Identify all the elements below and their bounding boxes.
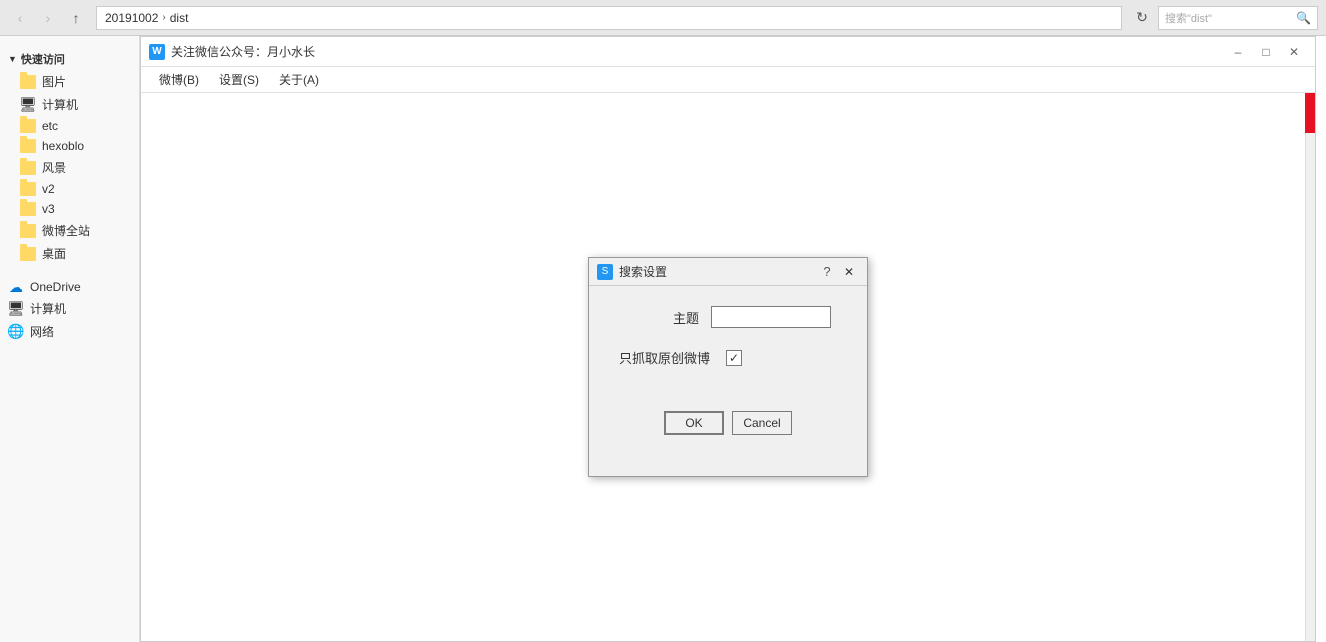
sidebar-item-network[interactable]: 🌐 网络 [0,320,139,343]
sidebar-item-hexoblo-label: hexoblo [42,139,84,153]
subject-input[interactable] [711,306,831,328]
up-button[interactable]: ↑ [64,6,88,30]
breadcrumb-item-2[interactable]: dist [170,11,189,25]
sidebar-computer-label: 计算机 [30,300,66,317]
cancel-button[interactable]: Cancel [732,411,792,435]
checkbox-row: 只抓取原创微博 ✓ [619,348,837,367]
sidebar-item-desktop-label: 桌面 [42,245,66,262]
close-button[interactable]: ✕ [1281,42,1307,62]
sidebar-item-pictures-label: 图片 [42,73,66,90]
app-icon: W [149,44,165,60]
folder-icon-weibo [20,224,36,238]
scrollbar-thumb[interactable] [1305,93,1315,133]
dialog-icon-letter: S [602,266,609,277]
file-area: W 关注微信公众号：月小水长 – □ ✕ 微博(B) 设置(S) 关于(A) [140,36,1326,642]
app-icon-letter: W [152,46,161,57]
network-icon: 🌐 [8,325,24,339]
sidebar-item-pictures[interactable]: 图片 [0,70,139,93]
dialog-titlebar: S 搜索设置 ? ✕ [589,258,867,286]
folder-icon-v3 [20,202,36,216]
sidebar-item-desktop[interactable]: 桌面 [0,242,139,265]
search-icon: 🔍 [1296,11,1311,25]
maximize-button[interactable]: □ [1253,42,1279,62]
checkbox-label: 只抓取原创微博 [619,348,710,367]
dialog-title: 搜索设置 [619,263,817,280]
minimize-button[interactable]: – [1225,42,1251,62]
dialog-overlay: S 搜索设置 ? ✕ 主题 [141,93,1315,641]
onedrive-icon: ☁ [8,280,24,294]
sidebar: ▼ 快速访问 图片 🖥 计算机 etc hexoblo 风景 [0,36,140,642]
folder-icon-scenery [20,161,36,175]
dialog-icon: S [597,264,613,280]
sidebar-item-computer[interactable]: 🖥 计算机 [0,93,139,116]
folder-icon-hexoblo [20,139,36,153]
folder-icon-etc [20,119,36,133]
app-title: 关注微信公众号：月小水长 [171,43,1225,60]
mycomputer-icon: 🖥 [8,302,24,316]
sidebar-item-scenery-label: 风景 [42,159,66,176]
quick-access-label: 快速访问 [21,51,65,67]
app-window: W 关注微信公众号：月小水长 – □ ✕ 微博(B) 设置(S) 关于(A) [140,36,1316,642]
sidebar-item-etc[interactable]: etc [0,116,139,136]
search-placeholder: 搜索"dist" [1165,10,1212,26]
sidebar-item-v2[interactable]: v2 [0,179,139,199]
dialog-close-button[interactable]: ✕ [839,263,859,281]
sidebar-item-weibo[interactable]: 微博全站 [0,219,139,242]
sidebar-item-v2-label: v2 [42,182,55,196]
back-button[interactable]: ‹ [8,6,32,30]
dialog-body: 主题 只抓取原创微博 ✓ [589,286,867,411]
dialog-controls: ? ✕ [817,263,859,281]
menu-weibo[interactable]: 微博(B) [149,69,209,90]
sidebar-item-weibo-label: 微博全站 [42,222,90,239]
breadcrumb: 20191002 › dist [96,6,1122,30]
folder-icon [20,75,36,89]
sidebar-item-computer-label: 计算机 [42,96,78,113]
menu-about[interactable]: 关于(A) [269,69,329,90]
sidebar-item-v3[interactable]: v3 [0,199,139,219]
subject-label: 主题 [619,308,699,327]
sidebar-network-label: 网络 [30,323,54,340]
app-content: S 搜索设置 ? ✕ 主题 [141,93,1315,641]
quick-access-header[interactable]: ▼ 快速访问 [0,48,139,70]
quick-access-arrow: ▼ [8,54,17,64]
search-box[interactable]: 搜索"dist" 🔍 [1158,6,1318,30]
refresh-button[interactable]: ↻ [1130,6,1154,30]
main-area: ▼ 快速访问 图片 🖥 计算机 etc hexoblo 风景 [0,36,1326,642]
dialog-help-button[interactable]: ? [817,263,837,281]
sidebar-item-onedrive[interactable]: ☁ OneDrive [0,277,139,297]
scrollbar[interactable] [1305,93,1315,641]
sidebar-onedrive-label: OneDrive [30,280,81,294]
search-settings-dialog: S 搜索设置 ? ✕ 主题 [588,257,868,477]
window-controls: – □ ✕ [1225,42,1307,62]
forward-button[interactable]: › [36,6,60,30]
breadcrumb-item-1[interactable]: 20191002 [105,11,158,25]
folder-icon-v2 [20,182,36,196]
menu-settings[interactable]: 设置(S) [209,69,269,90]
computer-icon: 🖥 [20,98,36,112]
sidebar-item-etc-label: etc [42,119,58,133]
browser-bar: ‹ › ↑ 20191002 › dist ↻ 搜索"dist" 🔍 [0,0,1326,36]
dialog-footer: OK Cancel [589,411,867,451]
checkbox-check-icon: ✓ [729,351,739,365]
subject-row: 主题 [619,306,837,328]
sidebar-item-my-computer[interactable]: 🖥 计算机 [0,297,139,320]
checkbox-original-only[interactable]: ✓ [726,350,742,366]
breadcrumb-separator: › [162,12,165,23]
app-titlebar: W 关注微信公众号：月小水长 – □ ✕ [141,37,1315,67]
sidebar-item-v3-label: v3 [42,202,55,216]
folder-icon-desktop [20,247,36,261]
sidebar-item-scenery[interactable]: 风景 [0,156,139,179]
app-menubar: 微博(B) 设置(S) 关于(A) [141,67,1315,93]
sidebar-item-hexoblo[interactable]: hexoblo [0,136,139,156]
ok-button[interactable]: OK [664,411,724,435]
quick-access-section: ▼ 快速访问 图片 🖥 计算机 etc hexoblo 风景 [0,44,139,269]
